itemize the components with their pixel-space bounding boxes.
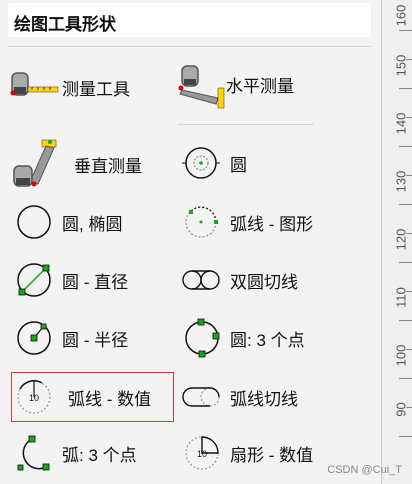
panel-title: 绘图工具形状 [14, 15, 116, 34]
tool-label: 水平测量 [226, 76, 294, 96]
tool-label: 弧线切线 [230, 389, 298, 409]
tool-label: 弧线 - 图形 [230, 214, 314, 234]
tool-arc-graphic[interactable]: 弧线 - 图形 [180, 200, 313, 244]
tool-label: 圆 [230, 155, 247, 175]
arc-three-points-icon [12, 431, 56, 475]
tool-circle[interactable]: 圆 [180, 141, 247, 185]
tool-circle-radius[interactable]: 圆 - 半径 [12, 316, 128, 360]
ruler-tick [399, 146, 412, 147]
tool-label: 弧: 3 个点 [62, 445, 137, 465]
divider [8, 46, 371, 47]
ruler-tick [399, 378, 412, 379]
double-tangent-icon [180, 258, 224, 302]
circle-diameter-icon [12, 258, 56, 302]
sector-value-number: 10 [197, 449, 207, 459]
ruler-tick [399, 320, 412, 321]
ruler-label: 100 [393, 344, 409, 367]
ruler-tick [399, 436, 412, 437]
ruler-label: 150 [393, 54, 409, 77]
ruler-tick [399, 88, 412, 89]
arc-value-number: 10 [29, 393, 39, 403]
tool-double-tangent[interactable]: 双圆切线 [180, 258, 298, 302]
tool-label: 弧线 - 数值 [68, 389, 152, 409]
ruler-label: 90 [393, 402, 409, 417]
arc-value-icon: 10 [12, 375, 56, 419]
shapes-panel: 绘图工具形状 测量工具 水平测量 垂直测量 圆 圆, 椭圆 弧线 - 图形 圆 … [0, 0, 381, 484]
ruler-label: 140 [393, 112, 409, 135]
watermark: CSDN @Cui_T [327, 464, 402, 476]
tool-label: 扇形 - 数值 [230, 445, 314, 465]
arc-tangent-icon [180, 375, 224, 419]
divider [178, 124, 314, 125]
tool-arc-tangent[interactable]: 弧线切线 [180, 375, 298, 419]
ruler-label: 110 [393, 287, 409, 308]
tool-label: 圆: 3 个点 [230, 330, 305, 350]
circle-center-icon [180, 141, 224, 185]
circle-three-points-icon [180, 316, 224, 360]
tool-arc-3pts[interactable]: 弧: 3 个点 [12, 431, 137, 475]
tool-circle-3pts[interactable]: 圆: 3 个点 [180, 316, 305, 360]
ruler-label: 130 [393, 170, 409, 193]
tool-circle-diameter[interactable]: 圆 - 直径 [12, 258, 128, 302]
tool-label: 圆 - 直径 [62, 272, 129, 292]
tool-label: 测量工具 [62, 79, 130, 99]
tool-label: 双圆切线 [230, 272, 298, 292]
horizontal-measure-icon [178, 62, 225, 109]
tool-horizontal-measure[interactable]: 水平测量 [178, 62, 294, 109]
tool-arc-value[interactable]: 10 弧线 - 数值 [12, 375, 151, 419]
tool-measure[interactable]: 测量工具 [8, 65, 130, 109]
circle-icon [12, 200, 56, 244]
tool-label: 圆 - 半径 [62, 330, 129, 350]
ruler-label: 120 [393, 228, 409, 251]
tool-circle-ellipse[interactable]: 圆, 椭圆 [12, 200, 122, 244]
tool-vertical-measure[interactable]: 垂直测量 [12, 138, 142, 190]
arc-graphic-icon [180, 200, 224, 244]
panel-header: 绘图工具形状 [8, 3, 371, 37]
ruler-tick [399, 262, 412, 263]
vertical-measure-icon [12, 138, 60, 190]
tool-sector-value[interactable]: 10 扇形 - 数值 [180, 431, 313, 475]
tool-label: 垂直测量 [74, 156, 142, 176]
ruler-tick [399, 204, 412, 205]
vertical-ruler[interactable]: 160 150 140 130 120 110 100 90 [381, 0, 412, 484]
circle-radius-icon [12, 316, 56, 360]
tool-label: 圆, 椭圆 [62, 214, 123, 234]
ruler-label: 160 [393, 4, 409, 27]
measure-tool-icon [8, 65, 59, 109]
sector-value-icon: 10 [180, 431, 224, 475]
